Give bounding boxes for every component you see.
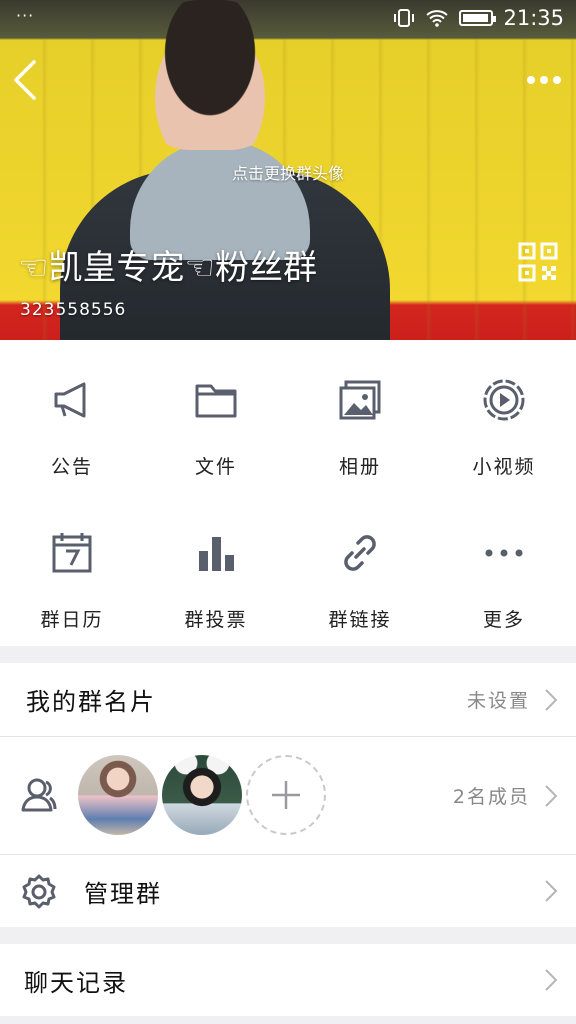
bar-chart-icon <box>199 537 234 571</box>
folder-icon <box>195 384 237 418</box>
feature-label: 文件 <box>194 456 237 478</box>
dot-icon <box>553 76 561 84</box>
megaphone-icon <box>54 382 86 418</box>
chevron-right-icon <box>545 784 558 807</box>
feature-vote[interactable]: 群投票 <box>144 493 288 646</box>
vibrate-icon <box>394 9 415 27</box>
feature-label: 小视频 <box>472 456 536 478</box>
members-icon <box>21 778 57 812</box>
dot-icon <box>527 76 535 84</box>
my-group-card-value: 未设置 <box>466 690 530 712</box>
plus-icon <box>272 781 300 809</box>
my-group-card-title: 我的群名片 <box>26 688 156 716</box>
qr-code-icon <box>518 242 558 282</box>
status-time: 21:35 <box>503 6 564 30</box>
dot-icon <box>540 76 548 84</box>
feature-more[interactable]: 更多 <box>432 493 576 646</box>
my-group-card-row[interactable]: 我的群名片 未设置 <box>0 663 576 736</box>
calendar-icon <box>52 533 92 573</box>
feature-label: 群链接 <box>328 609 392 631</box>
feature-announcement[interactable]: 公告 <box>0 340 144 493</box>
add-member-button[interactable] <box>246 755 326 835</box>
battery-icon <box>459 10 497 26</box>
chevron-right-icon <box>545 880 558 902</box>
feature-short-video[interactable]: 小视频 <box>432 340 576 493</box>
group-header: ··· 21:35 点击更换群头像 ☜凯皇专宠☜粉丝群 323558556 <box>0 0 576 340</box>
feature-label: 相册 <box>338 456 381 478</box>
feature-label: 群日历 <box>40 609 104 631</box>
member-avatar[interactable] <box>162 755 242 835</box>
chevron-right-icon <box>545 969 558 991</box>
chat-history-row[interactable]: 聊天记录 <box>0 944 576 1016</box>
back-button[interactable] <box>10 58 50 102</box>
status-right: 21:35 <box>393 6 564 30</box>
feature-label: 公告 <box>50 456 93 478</box>
photo-album-icon <box>339 380 381 420</box>
back-arrow-icon <box>14 60 36 100</box>
change-avatar-hint[interactable]: 点击更换群头像 <box>0 160 576 184</box>
more-options-button[interactable] <box>524 66 564 94</box>
feature-calendar[interactable]: 群日历 <box>0 493 144 646</box>
group-name: ☜凯皇专宠☜粉丝群 <box>18 248 317 288</box>
members-row[interactable]: 2名成员 <box>0 737 576 854</box>
chat-history-title: 聊天记录 <box>24 968 128 997</box>
group-id: 323558556 <box>20 300 127 320</box>
feature-group-link[interactable]: 群链接 <box>288 493 432 646</box>
chevron-right-icon <box>545 688 558 711</box>
manage-group-title: 管理群 <box>84 879 162 908</box>
status-dots: ··· <box>16 6 35 25</box>
video-icon <box>483 379 525 421</box>
member-count: 2名成员 <box>452 786 530 808</box>
feature-label: 更多 <box>482 609 525 631</box>
gear-icon <box>22 874 56 909</box>
feature-label: 群投票 <box>184 609 248 631</box>
feature-album[interactable]: 相册 <box>288 340 432 493</box>
feature-files[interactable]: 文件 <box>144 340 288 493</box>
status-bar: ··· 21:35 <box>0 0 576 38</box>
feature-grid: 公告 文件 相册 小视频 群日历 群投票 群链接 更多 <box>0 340 576 646</box>
link-icon <box>344 535 376 571</box>
manage-group-row[interactable]: 管理群 <box>0 855 576 927</box>
more-dots-icon <box>485 549 523 557</box>
wifi-icon <box>426 10 449 27</box>
member-avatar[interactable] <box>78 755 158 835</box>
qr-code-button[interactable] <box>518 242 558 282</box>
